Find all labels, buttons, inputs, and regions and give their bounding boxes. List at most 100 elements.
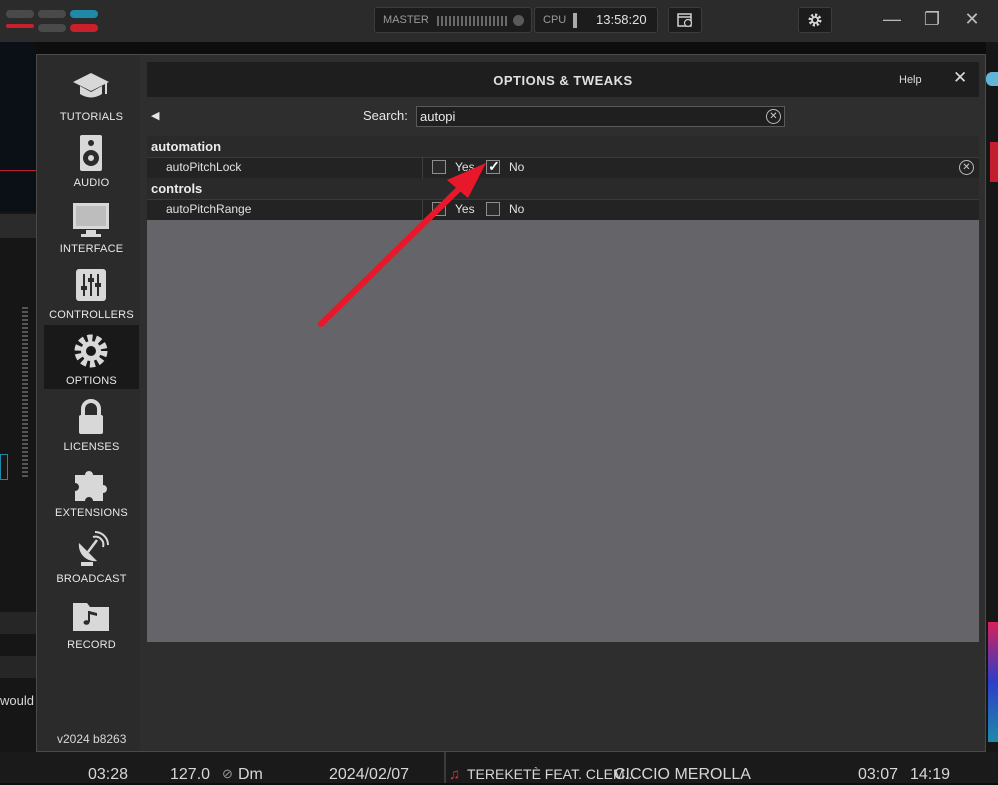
- master-label: MASTER: [383, 14, 429, 26]
- sidebar-item-label: TUTORIALS: [59, 111, 124, 123]
- page-title: OPTIONS & TWEAKS: [493, 73, 633, 88]
- category-header: controls: [147, 178, 979, 199]
- no-label: No: [509, 202, 525, 216]
- track-bpm: 127.0: [170, 766, 211, 783]
- sidebar-item-extensions[interactable]: EXTENSIONS: [44, 457, 139, 521]
- minimize-icon[interactable]: —: [880, 9, 904, 30]
- checkmark-icon: ✓: [488, 158, 500, 174]
- close-window-icon[interactable]: ✕: [960, 9, 984, 30]
- music-note-icon: ♫: [449, 766, 461, 783]
- layout-pill-icon[interactable]: [38, 24, 66, 32]
- search-input[interactable]: [420, 109, 750, 124]
- master-meter: MASTER: [374, 7, 532, 33]
- sidebar-item-label: OPTIONS: [66, 375, 117, 387]
- waveform-area: [0, 42, 36, 212]
- background-track-row: 03:28 127.0 ⊘ Dm 2024/02/07 ♫ TEREKETÈ F…: [0, 752, 998, 783]
- layout-pill-icon[interactable]: [38, 10, 66, 18]
- track-artist[interactable]: CICCIO MEROLLA: [614, 766, 751, 784]
- sidebar-item-label: RECORD: [67, 639, 116, 651]
- options-list: automation autoPitchLock Yes ✓ No ✕ cont…: [147, 136, 979, 642]
- list-row: [0, 656, 36, 678]
- calendar-clock-icon: [677, 13, 693, 28]
- gear-icon: [74, 334, 108, 368]
- yes-label: Yes: [455, 202, 475, 216]
- sidebar-item-label: CONTROLLERS: [49, 309, 134, 321]
- master-level-bars: [437, 16, 509, 26]
- track-length: 03:07: [858, 766, 899, 783]
- column-divider: [422, 200, 423, 220]
- waveform-marker: [990, 142, 998, 182]
- sidebar-item-label: BROADCAST: [56, 573, 127, 585]
- layout-pill-icon[interactable]: [70, 10, 98, 18]
- waveform-line: [0, 170, 36, 171]
- sidebar-item-label: EXTENSIONS: [55, 507, 128, 519]
- options-dialog: TUTORIALS AUDIO INTERFACE CONTROLLERS OP…: [36, 54, 986, 752]
- version-label: v2024 b8263: [57, 732, 127, 746]
- level-meter: [22, 307, 28, 477]
- clear-search-icon[interactable]: ✕: [766, 109, 781, 124]
- back-arrow-icon[interactable]: ◀: [151, 109, 159, 122]
- sidebar-item-options[interactable]: OPTIONS: [44, 325, 139, 389]
- close-icon[interactable]: ✕: [953, 68, 967, 88]
- option-row: autoPitchRange ✓ Yes No: [147, 199, 979, 220]
- search-label: Search:: [363, 108, 408, 123]
- yes-label: Yes: [455, 160, 475, 174]
- puzzle-icon: [75, 471, 107, 501]
- yes-checkbox[interactable]: ✓: [432, 200, 446, 216]
- sidebar-item-broadcast[interactable]: BROADCAST: [44, 523, 139, 587]
- no-label: No: [509, 160, 525, 174]
- option-row: autoPitchLock Yes ✓ No ✕: [147, 157, 979, 178]
- maximize-icon[interactable]: ❐: [920, 9, 944, 30]
- clock: 13:58:20: [596, 12, 647, 27]
- monitor-icon: [73, 203, 109, 237]
- track-title[interactable]: TEREKETÈ FEAT. CLEM...: [467, 766, 636, 782]
- background-left-panel: [0, 42, 36, 783]
- top-bar: MASTER CPU 13:58:20 — ❐ ✕: [0, 0, 998, 42]
- category-label: automation: [151, 139, 222, 154]
- art-fragment: [988, 622, 998, 742]
- category-header: automation: [147, 136, 979, 157]
- deck-button[interactable]: [0, 454, 8, 480]
- mixer-sliders-icon: [76, 269, 106, 301]
- column-divider: [444, 752, 446, 783]
- sidebar-item-audio[interactable]: AUDIO: [44, 127, 139, 191]
- cpu-clock-box: CPU 13:58:20: [534, 7, 658, 33]
- list-row: [0, 612, 36, 634]
- sidebar-item-label: AUDIO: [73, 177, 110, 189]
- layout-pill-icon[interactable]: [6, 24, 34, 28]
- sidebar-item-controllers[interactable]: CONTROLLERS: [44, 259, 139, 323]
- master-knob-icon[interactable]: [513, 15, 524, 26]
- layout-pill-icon[interactable]: [6, 10, 34, 18]
- background-right-panel: [986, 42, 998, 783]
- sidebar-item-record[interactable]: RECORD: [44, 589, 139, 653]
- sidebar-item-licenses[interactable]: LICENSES: [44, 391, 139, 455]
- track-played: 14:19: [910, 766, 951, 783]
- gear-icon: [808, 13, 822, 27]
- deck-indicator: [986, 72, 998, 86]
- lock-icon: [79, 399, 103, 434]
- no-checkbox[interactable]: [486, 202, 500, 216]
- sidebar-item-tutorials[interactable]: TUTORIALS: [44, 61, 139, 125]
- sidebar-item-label: LICENSES: [63, 441, 120, 453]
- track-key: Dm: [238, 766, 263, 783]
- checkmark-icon: ✓: [434, 200, 446, 216]
- no-checkbox[interactable]: ✓: [486, 158, 500, 174]
- track-time: 03:28: [88, 766, 129, 783]
- sidebar-item-label: INTERFACE: [59, 243, 124, 255]
- settings-button[interactable]: [798, 7, 832, 33]
- cpu-label: CPU: [543, 14, 567, 26]
- search-field[interactable]: ✕: [416, 106, 785, 127]
- satellite-dish-icon: [78, 531, 109, 566]
- calendar-button[interactable]: [668, 7, 702, 33]
- settings-sidebar: TUTORIALS AUDIO INTERFACE CONTROLLERS OP…: [37, 55, 140, 751]
- sidebar-item-interface[interactable]: INTERFACE: [44, 193, 139, 257]
- reset-option-icon[interactable]: ✕: [959, 160, 974, 175]
- key-check-icon: ⊘: [222, 766, 233, 781]
- speaker-icon: [80, 135, 102, 171]
- layout-pill-icon[interactable]: [70, 24, 98, 32]
- yes-checkbox[interactable]: [432, 160, 446, 174]
- music-folder-icon: [73, 603, 109, 631]
- option-name: autoPitchRange: [166, 202, 252, 216]
- help-button[interactable]: Help: [899, 74, 922, 86]
- option-name: autoPitchLock: [166, 160, 242, 174]
